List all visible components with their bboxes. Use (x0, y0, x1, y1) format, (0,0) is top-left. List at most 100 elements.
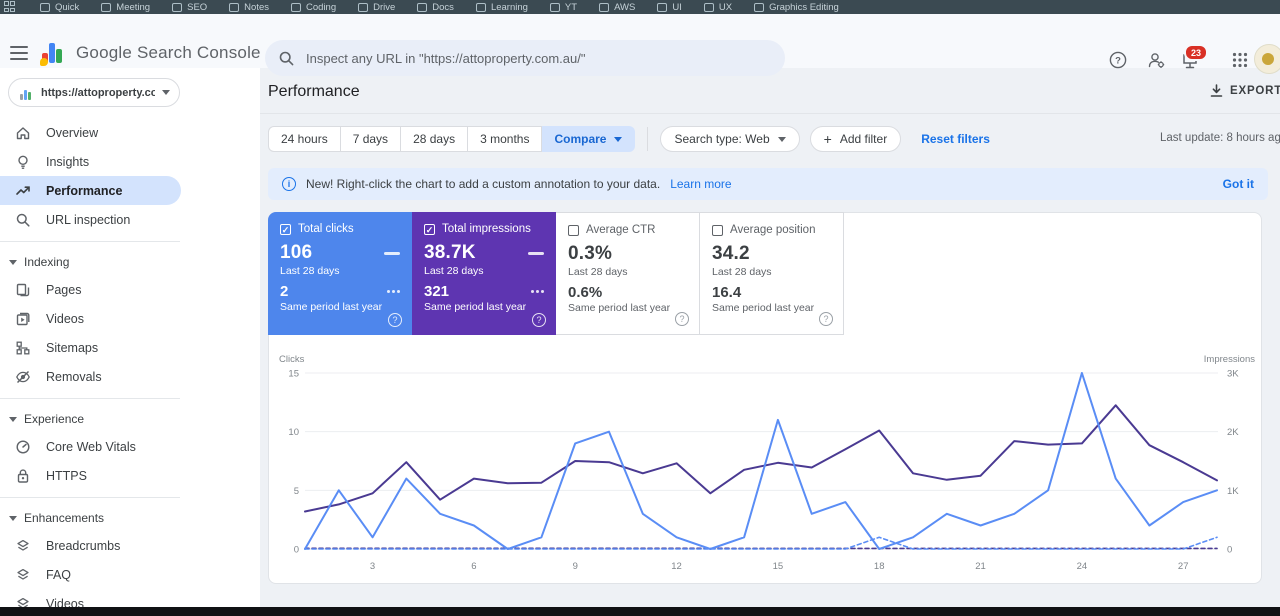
sidebar-section-experience[interactable]: Experience (0, 406, 260, 432)
left-axis-tick: 15 (288, 369, 299, 380)
chart-line-clicks-same-period-last-year- (304, 536, 1218, 550)
removals-icon (16, 370, 30, 383)
metric-checkbox[interactable] (712, 224, 723, 236)
folder-icon (703, 2, 714, 12)
banner-text: New! Right-click the chart to add a cust… (306, 177, 661, 191)
app-title: Google Search Console (76, 43, 261, 62)
sidebar-item-core-web-vitals[interactable]: Core Web Vitals (0, 432, 181, 461)
bookmark-item[interactable]: AWS (599, 2, 635, 13)
help-icon[interactable]: ? (532, 313, 546, 327)
app-logo[interactable]: Google Search Console (40, 40, 261, 66)
sidebar: https://attoproperty.co... Overview Insig… (0, 68, 260, 611)
lock-icon (17, 468, 29, 483)
apps-grid-icon[interactable] (4, 1, 18, 13)
folder-icon (229, 2, 240, 12)
bookmark-item[interactable]: Learning (475, 2, 528, 13)
notifications-icon[interactable]: 23 (1172, 42, 1208, 78)
menu-icon[interactable] (10, 46, 28, 60)
metric-card-total-clicks[interactable]: ✓ Total clicks 106 Last 28 days 2 Same period… (268, 212, 412, 335)
folder-icon (172, 2, 183, 12)
property-url: https://attoproperty.co... (41, 86, 155, 99)
bookmark-item[interactable]: UI (657, 2, 682, 13)
sidebar-item-removals[interactable]: Removals (0, 362, 181, 391)
metric-card-average-ctr[interactable]: Average CTR 0.3% Last 28 days 0.6% Same peri… (556, 212, 700, 335)
sidebar-item-label: Breadcrumbs (46, 538, 121, 553)
folder-icon (291, 2, 301, 12)
chevron-down-icon (9, 259, 17, 265)
chevron-down-icon (162, 90, 170, 95)
metric-prev-period: Same period last year (568, 302, 671, 314)
help-icon[interactable]: ? (819, 312, 833, 326)
help-icon[interactable]: ? (675, 312, 689, 326)
metric-checkbox[interactable]: ✓ (424, 223, 435, 235)
sidebar-nav: Overview Insights Performance URL inspectio… (0, 118, 260, 616)
bookmark-item[interactable]: UX (703, 2, 732, 13)
folder-icon (475, 2, 486, 12)
metric-label: Average CTR (586, 224, 656, 236)
compare-tab[interactable]: Compare (542, 126, 636, 152)
date-range-tab-3-months[interactable]: 3 months (468, 126, 543, 152)
bookmark-item[interactable]: Quick (40, 2, 79, 13)
sidebar-item-faq[interactable]: FAQ (0, 560, 181, 589)
help-icon[interactable]: ? (388, 313, 402, 327)
bookmark-item[interactable]: Drive (358, 2, 395, 13)
help-icon[interactable]: ? (1100, 42, 1136, 78)
taskbar[interactable] (0, 607, 1280, 616)
sidebar-item-label: Removals (46, 369, 102, 384)
bookmark-item[interactable]: Notes (229, 2, 269, 13)
sidebar-item-url-inspection[interactable]: URL inspection (0, 205, 181, 234)
bookmark-item[interactable]: Meeting (101, 2, 150, 13)
download-icon (1210, 84, 1223, 97)
app-window: Quick Meeting SEO Notes Coding Drive Docs Learn… (0, 0, 1280, 616)
got-it-button[interactable]: Got it (1223, 177, 1254, 191)
chevron-down-icon (9, 416, 17, 422)
sidebar-section-enhancements[interactable]: Enhancements (0, 505, 260, 531)
search-console-logo-icon (40, 40, 66, 66)
url-inspect-searchbox[interactable] (265, 40, 785, 76)
date-range-tab-28-days[interactable]: 28 days (401, 126, 469, 152)
add-filter-button[interactable]: + Add filter (809, 126, 902, 152)
search-input[interactable] (306, 50, 746, 66)
property-selector[interactable]: https://attoproperty.co... (8, 78, 180, 107)
bookmark-item[interactable]: Docs (417, 2, 454, 13)
solid-line-legend-mark (528, 251, 544, 255)
bookmark-item[interactable]: YT (549, 2, 577, 13)
search-type-filter[interactable]: Search type: Web (660, 126, 800, 152)
bookmark-item[interactable]: Graphics Editing (754, 2, 839, 13)
browser-bookmarks-bar: Quick Meeting SEO Notes Coding Drive Docs Learn… (0, 0, 1280, 14)
learn-more-link[interactable]: Learn more (670, 177, 731, 191)
metric-checkbox[interactable]: ✓ (280, 223, 291, 235)
performance-chart[interactable]: Clicks Impressions 0 5 10 15 0 1K 2K 3K 3 6 9 12 15 18 2… (277, 353, 1257, 585)
layers-icon (17, 539, 29, 551)
date-range-tab-24-hours[interactable]: 24 hours (268, 126, 341, 152)
sidebar-section-indexing[interactable]: Indexing (0, 249, 260, 275)
sidebar-item-sitemaps[interactable]: Sitemaps (0, 333, 181, 362)
sidebar-item-pages[interactable]: Pages (0, 275, 181, 304)
export-button[interactable]: EXPORT (1210, 84, 1280, 98)
metric-label: Total clicks (298, 223, 354, 235)
sidebar-item-videos[interactable]: Videos (0, 304, 181, 333)
bookmark-item[interactable]: Coding (291, 2, 336, 13)
google-apps-icon[interactable] (1222, 42, 1258, 78)
sidebar-item-breadcrumbs[interactable]: Breadcrumbs (0, 531, 181, 560)
sidebar-item-https[interactable]: HTTPS (0, 461, 181, 490)
user-settings-icon[interactable] (1138, 42, 1174, 78)
bookmark-item[interactable]: SEO (172, 2, 207, 13)
profile-avatar[interactable] (1254, 44, 1280, 74)
pages-icon (16, 283, 30, 296)
right-axis-tick: 2K (1227, 427, 1239, 438)
folder-icon (657, 2, 668, 12)
reset-filters-link[interactable]: Reset filters (921, 132, 990, 146)
chart-line-clicks-last-28-days- (304, 372, 1218, 550)
sidebar-item-insights[interactable]: Insights (0, 147, 181, 176)
metric-card-total-impressions[interactable]: ✓ Total impressions 38.7K Last 28 days 321 Sa… (412, 212, 556, 335)
metric-card-average-position[interactable]: Average position 34.2 Last 28 days 16.4 Same… (700, 212, 844, 335)
sidebar-item-performance[interactable]: Performance (0, 176, 181, 205)
metric-checkbox[interactable] (568, 224, 579, 236)
right-axis-tick: 1K (1227, 486, 1239, 497)
date-range-tab-7-days[interactable]: 7 days (340, 126, 402, 152)
right-axis-title: Impressions (1204, 354, 1255, 365)
divider (0, 497, 180, 498)
sidebar-item-overview[interactable]: Overview (0, 118, 181, 147)
info-icon: i (282, 177, 296, 191)
